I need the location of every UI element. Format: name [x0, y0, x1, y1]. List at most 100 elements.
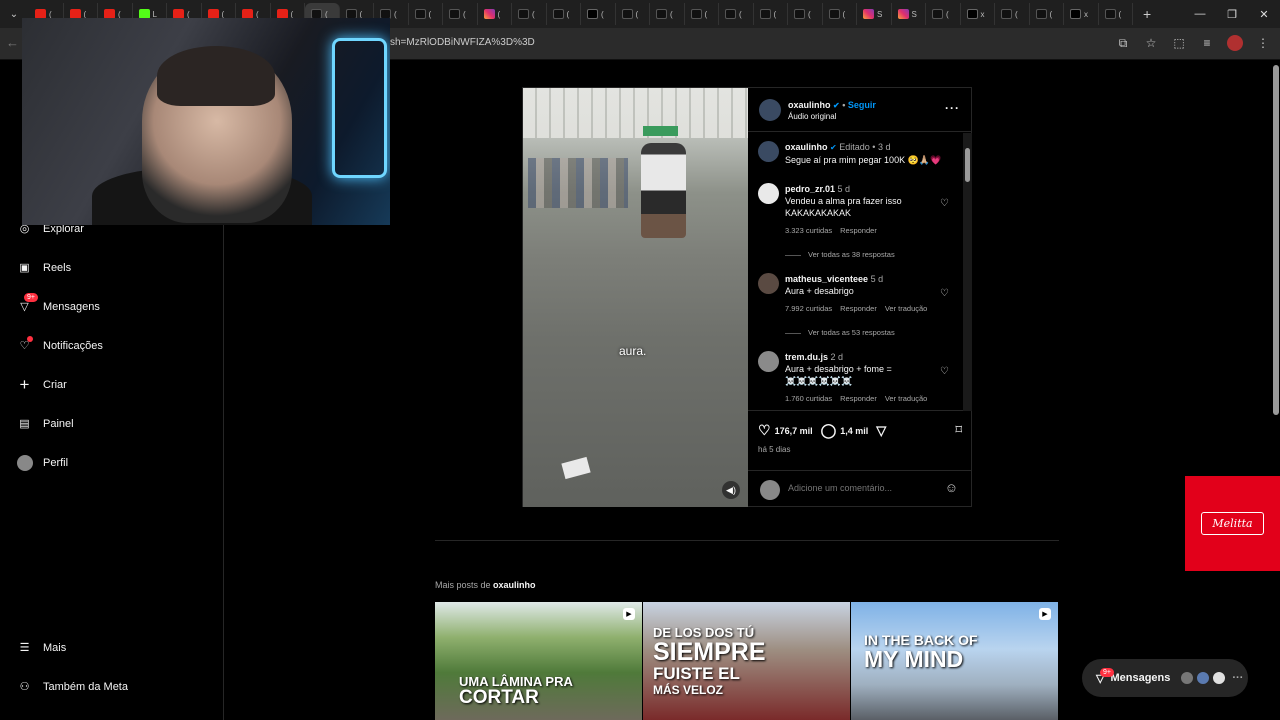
browser-tab[interactable]: ( [512, 3, 547, 25]
sidebar-item-notificacoes[interactable]: ♡ Notificações [16, 336, 103, 354]
comment-like-heart-icon[interactable]: ♡ [940, 198, 949, 209]
comment-time: 5 d [870, 274, 884, 284]
sidebar-item-label: Perfil [43, 456, 69, 469]
tab-title: ( [704, 9, 708, 19]
post-video[interactable]: aura. ◀) [523, 88, 748, 507]
comment-likes[interactable]: 3.323 curtidas [785, 225, 832, 237]
browser-tab[interactable]: ( [823, 3, 857, 25]
comment-username[interactable]: matheus_vicenteee [785, 274, 868, 284]
sidebar-item-painel[interactable]: ▤ Painel [16, 415, 73, 432]
post-date: há 5 dias [758, 445, 791, 454]
window-controls: — ❐ ✕ [1184, 0, 1280, 28]
close-window-button[interactable]: ✕ [1248, 0, 1280, 28]
view-replies-link[interactable]: Ver todas as 38 respostas [785, 250, 895, 259]
extensions-icon[interactable]: ⬚ [1170, 34, 1188, 52]
tiktok-icon [828, 9, 840, 19]
profile-avatar-icon[interactable] [1226, 34, 1244, 52]
browser-tab[interactable]: ( [788, 3, 823, 25]
sidebar-item-criar[interactable]: + Criar [16, 375, 67, 394]
webcam-overlay [22, 18, 390, 225]
url-text[interactable]: sh=MzRlODBiNWFIZA%3D%3D [390, 37, 535, 48]
share-icon[interactable]: ▽ [876, 423, 886, 439]
bookmark-star-icon[interactable]: ☆ [1142, 34, 1160, 52]
browser-tab[interactable]: ( [409, 3, 443, 25]
comment-like-heart-icon[interactable]: ♡ [940, 366, 949, 377]
browser-tab[interactable]: S [892, 3, 926, 25]
browser-tab[interactable]: S [857, 3, 892, 25]
more-post-thumbnail[interactable]: ▶ UMA LÂMINA PRA CORTAR [435, 602, 642, 720]
sidebar-item-reels[interactable]: ▣ Reels [16, 259, 71, 276]
browser-tab[interactable]: x [1064, 3, 1099, 25]
caption-username[interactable]: oxaulinho [785, 142, 828, 152]
browser-tab[interactable]: ( [616, 3, 650, 25]
back-arrow-icon[interactable]: ← [6, 35, 19, 50]
post-modal: aura. ◀) oxaulinho ✔ • Seguir Áudio orig… [522, 87, 972, 507]
melitta-ad-banner[interactable]: Melitta [1185, 476, 1280, 571]
sidebar-item-meta[interactable]: ⚇ Também da Meta [16, 678, 128, 695]
x-icon [966, 9, 978, 19]
browser-tab[interactable]: ( [926, 3, 961, 25]
browser-tab[interactable]: ( [1099, 3, 1133, 25]
sidebar-item-perfil[interactable]: Perfil [16, 454, 68, 471]
browser-tab[interactable]: ( [754, 3, 788, 25]
browser-tab[interactable]: ( [1030, 3, 1064, 25]
author-avatar[interactable] [759, 99, 781, 121]
install-app-icon[interactable]: ⧉ [1114, 34, 1132, 52]
bookmark-icon[interactable]: ⌑ [955, 422, 962, 438]
comment-likes[interactable]: 7.992 curtidas [785, 303, 832, 315]
more-options-icon[interactable]: ··· [945, 101, 960, 115]
view-replies-link[interactable]: Ver todas as 53 respostas [785, 328, 895, 337]
thumb-text: IN THE BACK OF [864, 632, 978, 648]
comment-like-heart-icon[interactable]: ♡ [940, 288, 949, 299]
sound-toggle-icon[interactable]: ◀) [722, 481, 740, 499]
comment-username[interactable]: pedro_zr.01 [785, 184, 835, 194]
sidebar-item-mensagens[interactable]: ▽ 9+ Mensagens [16, 293, 100, 315]
browser-tab[interactable]: x [961, 3, 995, 25]
tab-title: ( [428, 9, 432, 19]
comment-input[interactable] [788, 483, 905, 493]
media-controls-icon[interactable]: ≡ [1198, 34, 1216, 52]
tab-title: ( [463, 9, 466, 19]
more-posts-prefix: Mais posts de [435, 580, 491, 590]
more-post-thumbnail[interactable]: DE LOS DOS TÚ SIEMPRE FUISTE EL MÁS VELO… [643, 602, 850, 720]
comment-action[interactable]: ◯ 1,4 mil [821, 422, 869, 439]
minimize-button[interactable]: — [1184, 0, 1216, 28]
new-tab-button[interactable]: + [1143, 6, 1151, 22]
comments-scroll-thumb[interactable] [965, 148, 970, 182]
reply-button[interactable]: Responder [840, 393, 877, 405]
follow-button[interactable]: Seguir [848, 100, 876, 110]
browser-tab[interactable]: ( [719, 3, 754, 25]
reel-icon: ▶ [623, 608, 635, 620]
tab-title: x [980, 9, 985, 19]
browser-tab[interactable]: ( [995, 3, 1030, 25]
avatar [1180, 671, 1195, 685]
browser-tab[interactable]: ( [478, 3, 512, 25]
comment-username[interactable]: trem.du.js [785, 352, 828, 362]
reply-button[interactable]: Responder [840, 303, 877, 315]
browser-tab[interactable]: ( [581, 3, 616, 25]
comment-avatar[interactable] [758, 351, 779, 372]
comment-avatar[interactable] [758, 183, 779, 204]
maximize-button[interactable]: ❐ [1216, 0, 1248, 28]
browser-tab[interactable]: ( [685, 3, 719, 25]
author-username[interactable]: oxaulinho [788, 100, 831, 110]
audio-label[interactable]: Áudio original [788, 112, 836, 121]
sidebar-item-mais[interactable]: ☰ Mais [16, 639, 67, 656]
browser-tab[interactable]: ( [443, 3, 478, 25]
reply-button[interactable]: Responder [840, 225, 877, 237]
messages-floating-button[interactable]: ▽ Mensagens ··· [1082, 659, 1248, 697]
browser-tab[interactable]: ( [650, 3, 685, 25]
page-scrollbar[interactable] [1273, 65, 1279, 415]
more-post-thumbnail[interactable]: ▶ IN THE BACK OF MY MIND [851, 602, 1058, 720]
caption-text: Segue aí pra mim pegar 100K 🥺🙏🏼💗 [785, 155, 942, 165]
browser-menu-icon[interactable]: ⋮ [1254, 34, 1272, 52]
like-action[interactable]: ♡ 176,7 mil [758, 422, 813, 439]
translate-button[interactable]: Ver tradução [885, 303, 928, 315]
translate-button[interactable]: Ver tradução [885, 393, 928, 405]
emoji-icon[interactable]: ☺ [945, 480, 958, 495]
more-posts-username[interactable]: oxaulinho [493, 580, 536, 590]
caption-avatar[interactable] [758, 141, 779, 162]
comment-avatar[interactable] [758, 273, 779, 294]
comment-likes[interactable]: 1.760 curtidas [785, 393, 832, 405]
browser-tab[interactable]: ( [547, 3, 581, 25]
